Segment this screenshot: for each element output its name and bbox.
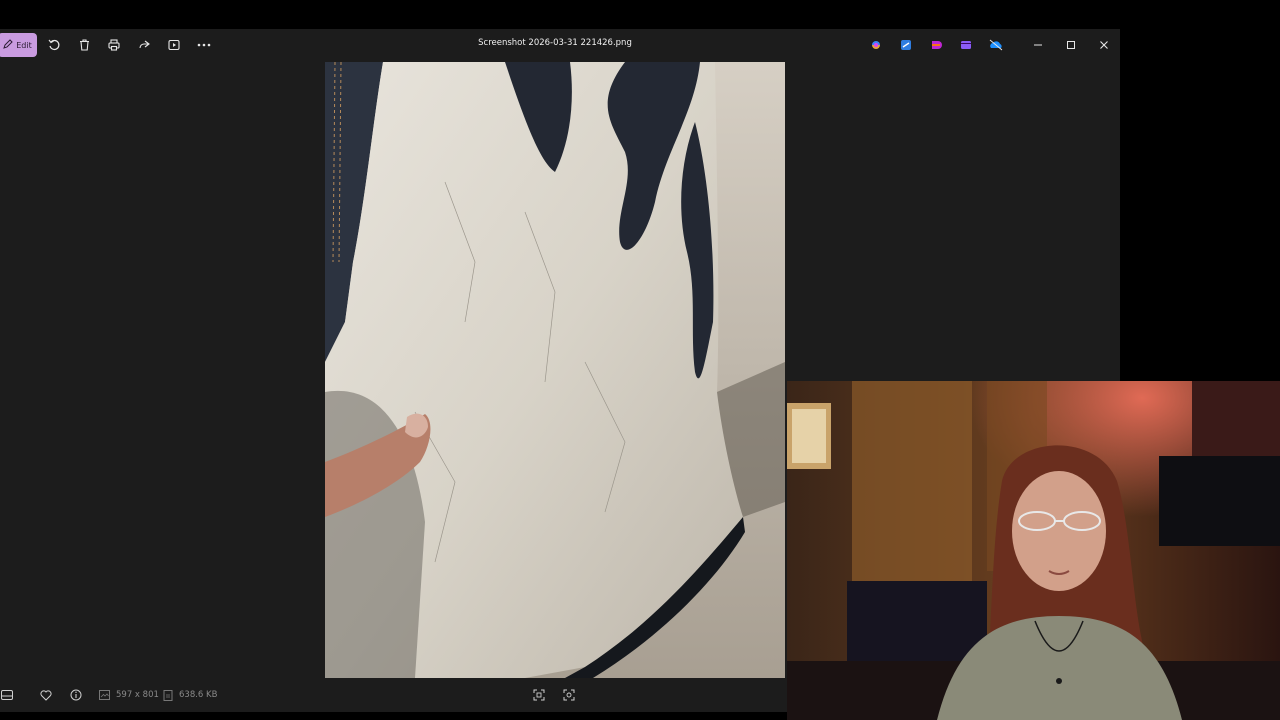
designer-icon[interactable] [929, 38, 943, 52]
minimize-icon[interactable] [1030, 37, 1046, 53]
delete-icon[interactable] [76, 37, 92, 53]
image-dimensions: 597 x 801 [116, 690, 159, 700]
dimensions-icon [97, 688, 111, 702]
photo-image [325, 62, 785, 678]
file-size: 638.6 KB [179, 690, 218, 700]
onedrive-icon[interactable] [989, 38, 1003, 52]
close-icon[interactable] [1096, 37, 1112, 53]
clipchamp-icon[interactable] [899, 38, 913, 52]
photo-canvas[interactable] [325, 62, 785, 678]
more-icon[interactable] [196, 37, 212, 53]
favorite-icon[interactable] [39, 688, 53, 702]
webcam-overlay [787, 381, 1280, 720]
zoom-fit-icon[interactable] [532, 688, 546, 702]
file-size-icon [161, 688, 175, 702]
title-bar: Edit Screenshot 2026-03-31 221426.png [0, 29, 1120, 61]
file-title: Screenshot 2026-03-31 221426.png [478, 38, 632, 48]
edit-button[interactable]: Edit [0, 33, 37, 57]
print-icon[interactable] [106, 37, 122, 53]
zoom-actual-icon[interactable] [562, 688, 576, 702]
edit-label: Edit [16, 40, 32, 50]
share-icon[interactable] [136, 37, 152, 53]
filmstrip-icon[interactable] [0, 688, 14, 702]
slideshow-icon[interactable] [166, 37, 182, 53]
info-icon[interactable] [69, 688, 83, 702]
maximize-icon[interactable] [1063, 37, 1079, 53]
edit-icon [3, 39, 13, 51]
copilot-icon[interactable] [869, 38, 883, 52]
video-editor-icon[interactable] [959, 38, 973, 52]
rotate-icon[interactable] [46, 37, 62, 53]
webcam-feed [787, 381, 1280, 720]
